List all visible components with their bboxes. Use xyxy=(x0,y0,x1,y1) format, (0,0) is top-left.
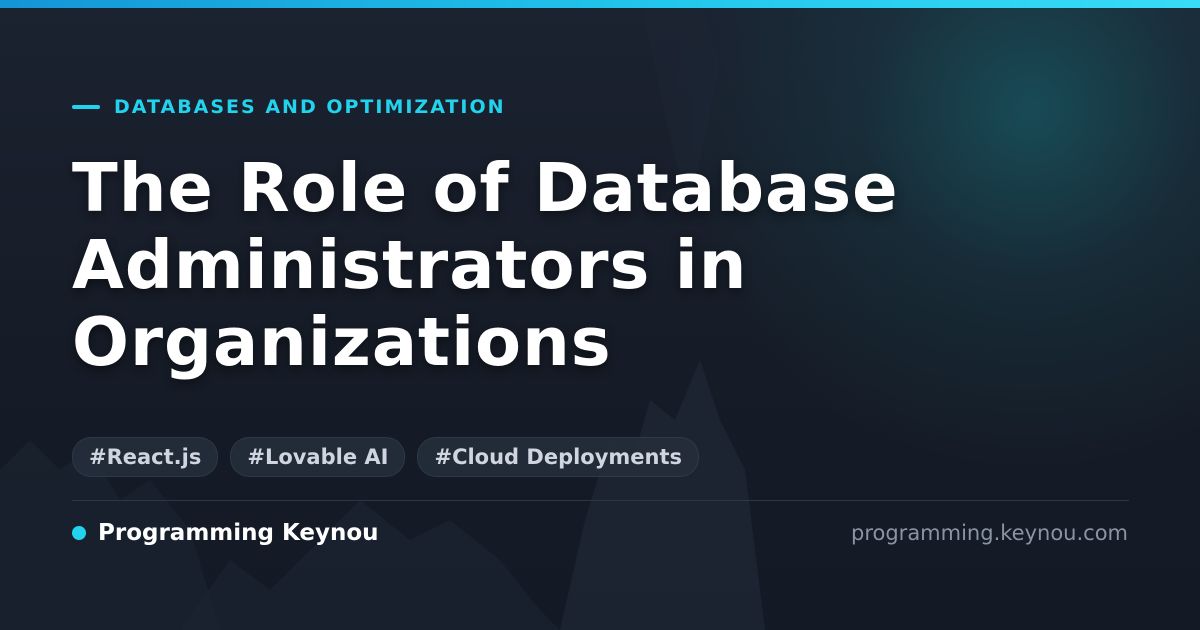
brand-dot-icon xyxy=(72,526,86,540)
article-title: The Role of Database Administrators in O… xyxy=(72,150,1032,381)
category-label: DATABASES AND OPTIMIZATION xyxy=(72,94,506,120)
category-accent-line xyxy=(72,105,100,109)
site-domain: programming.keynou.com xyxy=(851,521,1128,545)
footer-divider xyxy=(72,500,1129,501)
tag-list: #React.js #Lovable AI #Cloud Deployments xyxy=(72,437,711,477)
category-text: DATABASES AND OPTIMIZATION xyxy=(114,96,506,118)
title-line-3: Organizations xyxy=(72,303,612,381)
top-accent-bar xyxy=(0,0,1200,8)
og-card: DATABASES AND OPTIMIZATION The Role of D… xyxy=(0,0,1200,630)
title-line-2: Administrators in xyxy=(72,226,748,304)
brand-name: Programming Keynou xyxy=(98,520,379,546)
tag-lovable-ai: #Lovable AI xyxy=(230,437,406,477)
title-line-1: The Role of Database xyxy=(72,149,899,227)
tag-react-js: #React.js xyxy=(72,437,219,477)
tag-cloud-deployments: #Cloud Deployments xyxy=(417,437,700,477)
brand: Programming Keynou xyxy=(72,516,379,550)
